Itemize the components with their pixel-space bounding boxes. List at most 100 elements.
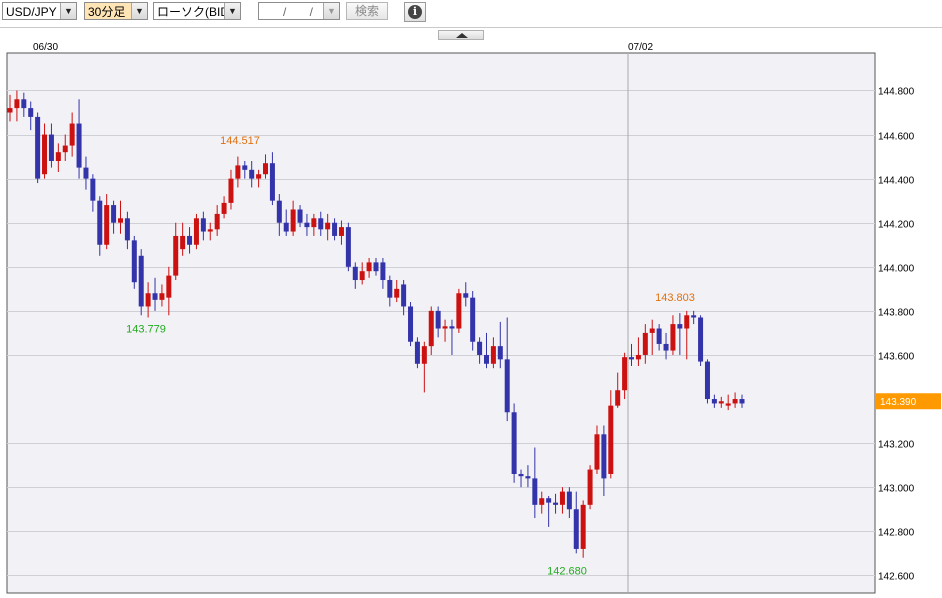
candle-body [483, 354, 489, 364]
candle-body [180, 235, 186, 250]
candle-body [21, 99, 27, 109]
current-price-value: 143.390 [880, 397, 917, 408]
candle-body [518, 473, 524, 477]
candle-body [525, 476, 531, 479]
candle-body [173, 235, 179, 276]
y-tick-label: 144.200 [878, 220, 915, 231]
candle-body [428, 310, 434, 347]
candle-body [249, 169, 255, 179]
info-icon: i [408, 5, 422, 19]
candle-body [111, 205, 117, 223]
candle-body [42, 134, 48, 175]
candle [587, 465, 593, 510]
candle-body [159, 293, 165, 300]
chart-type-select-value: ローソク(BID) [157, 5, 233, 19]
candle-body [642, 332, 648, 355]
candle-body [635, 354, 641, 360]
candle [698, 315, 704, 366]
candle-body [698, 317, 704, 362]
candle [131, 235, 137, 289]
candle-body [490, 346, 496, 364]
candle-body [221, 202, 227, 214]
y-tick-label: 143.800 [878, 308, 915, 319]
candle-body [663, 343, 669, 351]
candle-body [263, 163, 269, 175]
date-label-0630: 06/30 [33, 42, 58, 53]
y-tick-label: 143.200 [878, 440, 915, 451]
candle-body [442, 326, 448, 329]
candle-body [739, 399, 745, 404]
candle-body [553, 502, 559, 505]
low-price-label: 143.779 [126, 324, 166, 336]
low-price-label: 142.680 [547, 566, 587, 578]
candle-body [559, 491, 565, 505]
y-tick-label: 144.000 [878, 264, 915, 275]
y-axis: 142.600 142.800 143.000 143.200 143.600 143.8… [878, 87, 915, 583]
candle-body [76, 123, 82, 168]
candle-body [97, 200, 103, 245]
candle-body [48, 134, 54, 161]
high-price-label: 144.517 [220, 135, 260, 147]
y-tick-label: 144.600 [878, 132, 915, 143]
candle-body [104, 205, 110, 245]
candle-body [283, 222, 289, 232]
timeframe-select[interactable]: 30分足 ▼ [84, 2, 148, 20]
candle-body [145, 293, 151, 307]
candle [35, 112, 41, 184]
candle-body [497, 346, 503, 360]
high-price-label: 143.803 [655, 292, 695, 304]
chart-type-select[interactable]: ローソク(BID) ▼ [153, 2, 241, 20]
collapse-toolbar-button[interactable] [438, 30, 484, 40]
candle-body [629, 357, 635, 360]
candle-body [131, 240, 137, 283]
date-select[interactable]: / / ▼ [258, 2, 340, 20]
candle-body [304, 222, 310, 228]
chevron-up-icon [456, 33, 468, 38]
candle-body [207, 229, 213, 232]
candle-body [311, 218, 317, 228]
candle-body [373, 262, 379, 272]
candle-body [594, 434, 600, 470]
candle-body [504, 359, 510, 413]
candle-body [656, 328, 662, 344]
candle-body [124, 218, 130, 241]
info-button[interactable]: i [404, 2, 426, 22]
candle-body [449, 326, 455, 329]
chevron-down-icon: ▼ [224, 3, 240, 19]
candle-body [670, 324, 676, 351]
candle-body [269, 163, 275, 201]
date-label-0702: 07/02 [628, 42, 653, 53]
toolbar: USD/JPY ▼ 30分足 ▼ ローソク(BID) ▼ / / ▼ 検索 i [0, 0, 942, 26]
candle-body [414, 341, 420, 364]
candle-body [532, 478, 538, 505]
candle [511, 403, 517, 483]
candle-body [366, 262, 372, 272]
candle-body [580, 504, 586, 549]
candle-body [394, 288, 400, 298]
current-price-tag: 143.390 [875, 393, 941, 410]
candle-body [297, 209, 303, 223]
chevron-down-icon: ▼ [60, 3, 76, 19]
candle-body [608, 405, 614, 474]
candle-body [7, 108, 13, 113]
candle-body [587, 469, 593, 505]
candle-body [35, 116, 41, 179]
candle-body [69, 123, 75, 146]
candle-body [117, 218, 123, 223]
candle [345, 222, 351, 272]
y-tick-label: 144.400 [878, 176, 915, 187]
candle-body [83, 167, 89, 179]
candle-body [732, 399, 738, 404]
candle-body [691, 315, 697, 318]
candle [704, 359, 710, 404]
candle-body [62, 145, 68, 153]
candle-body [546, 498, 552, 503]
timeframe-select-value: 30分足 [88, 5, 126, 19]
symbol-select[interactable]: USD/JPY ▼ [2, 2, 77, 20]
candle-body [511, 412, 517, 474]
candlestick-chart: 06/30 07/02 142.600 142.800 143.000 143.200… [6, 42, 941, 594]
candle-body [256, 174, 262, 179]
y-tick-label: 142.800 [878, 528, 915, 539]
candle-body [193, 218, 199, 245]
search-button[interactable]: 検索 [346, 2, 388, 20]
